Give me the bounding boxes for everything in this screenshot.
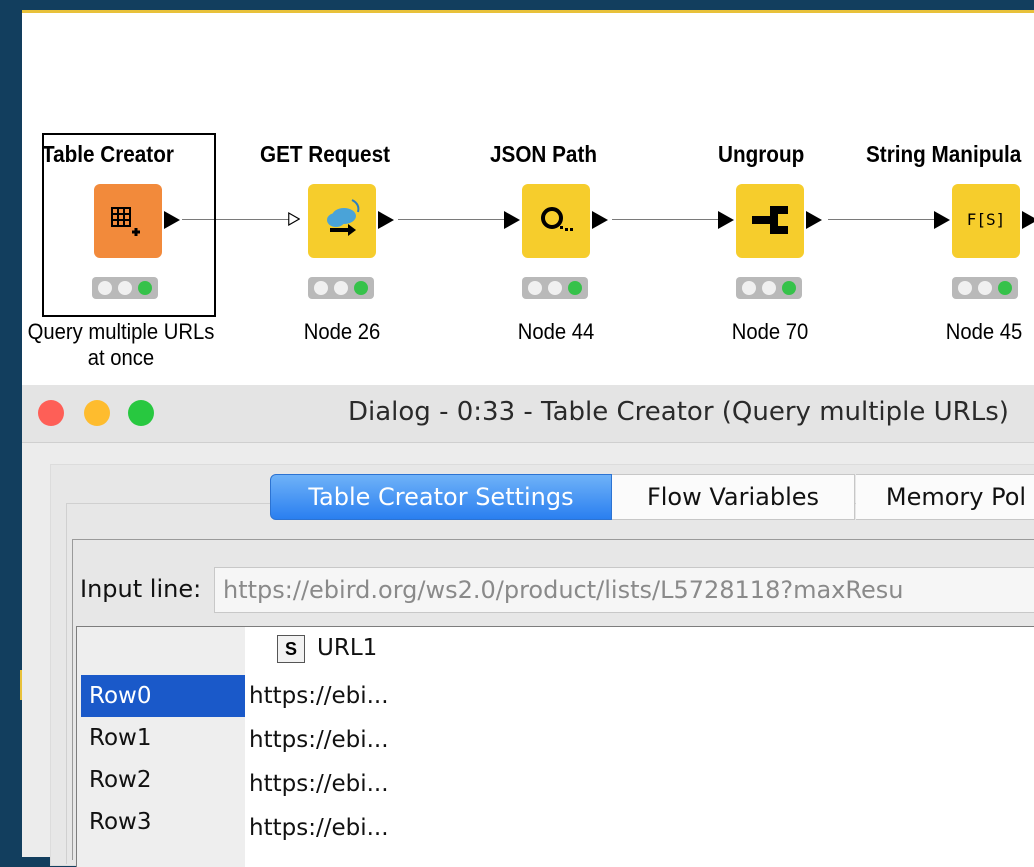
output-port-5[interactable] — [1022, 211, 1034, 229]
connection-3-4 — [612, 219, 720, 220]
row-header[interactable]: Row3 — [81, 801, 245, 843]
input-line-label: Input line: — [80, 575, 202, 603]
column-name: URL1 — [317, 635, 378, 661]
input-line-value: https://ebird.org/ws2.0/product/lists/L5… — [223, 576, 904, 604]
row-header[interactable]: Row0 — [81, 675, 245, 717]
node-table-creator[interactable] — [94, 184, 162, 258]
node-get-request[interactable] — [308, 184, 376, 258]
input-port-5[interactable] — [934, 211, 950, 229]
table-plus-icon — [111, 207, 140, 236]
dialog-titlebar[interactable]: Dialog - 0:33 - Table Creator (Query mul… — [22, 385, 1034, 443]
input-port-2[interactable] — [288, 211, 300, 227]
tab-memory-policy[interactable]: Memory Pol — [856, 474, 1034, 520]
status-lights-2 — [308, 277, 374, 299]
node-title-get-request: GET Request — [260, 141, 390, 167]
node-string-manipulation[interactable]: F[S] — [952, 184, 1020, 258]
node-title-json-path: JSON Path — [490, 141, 597, 167]
table-cell[interactable]: https://ebi... — [249, 719, 389, 761]
node-title-string-manipulation: String Manipula — [866, 141, 1022, 167]
node-label-5: Node 45 — [945, 319, 1023, 344]
status-lights-1 — [92, 277, 158, 299]
status-lights-4 — [736, 277, 802, 299]
json-path-icon — [541, 207, 573, 231]
status-lights-3 — [522, 277, 588, 299]
table-cell[interactable]: https://ebi... — [249, 763, 389, 805]
node-label-2: Node 26 — [303, 319, 381, 344]
node-json-path[interactable] — [522, 184, 590, 258]
connection-4-5 — [828, 219, 936, 220]
ungroup-icon — [752, 206, 788, 234]
workflow-canvas[interactable]: Table Creator Query multiple URLs at onc… — [22, 13, 1034, 385]
output-port-3[interactable] — [592, 211, 608, 229]
node-label-1: Query multiple URLs — [27, 319, 215, 344]
input-port-3[interactable] — [504, 211, 520, 229]
string-type-icon: S — [277, 635, 305, 663]
tab-flow-variables[interactable]: Flow Variables — [612, 474, 855, 520]
status-lights-5 — [952, 277, 1018, 299]
row-header[interactable]: Row2 — [81, 759, 245, 801]
table-creator-dialog: Dialog - 0:33 - Table Creator (Query mul… — [22, 385, 1034, 867]
close-button[interactable] — [38, 400, 64, 426]
row-header[interactable]: Row1 — [81, 717, 245, 759]
output-port-1[interactable] — [164, 211, 180, 229]
input-port-4[interactable] — [718, 211, 734, 229]
connection-2-3 — [398, 219, 506, 220]
node-label-1b: at once — [87, 345, 155, 370]
output-port-2[interactable] — [378, 211, 394, 229]
output-port-4[interactable] — [806, 211, 822, 229]
node-title-table-creator: Table Creator — [42, 141, 174, 167]
cloud-arrow-icon — [327, 199, 360, 236]
string-manipulation-icon: F[S] — [966, 210, 1006, 229]
node-ungroup[interactable] — [736, 184, 804, 258]
table-spreadsheet[interactable]: S URL1 Row0 https://ebi... Row1 https://… — [76, 626, 1034, 867]
node-label-3: Node 44 — [517, 319, 595, 344]
tab-table-creator-settings[interactable]: Table Creator Settings — [270, 474, 612, 520]
input-line-field[interactable]: https://ebird.org/ws2.0/product/lists/L5… — [214, 567, 1034, 613]
zoom-button[interactable] — [128, 400, 154, 426]
minimize-button[interactable] — [84, 400, 110, 426]
node-title-ungroup: Ungroup — [718, 141, 805, 167]
table-cell[interactable]: https://ebi... — [249, 807, 389, 849]
dialog-title: Dialog - 0:33 - Table Creator (Query mul… — [348, 397, 1009, 427]
table-cell[interactable]: https://ebi... — [249, 675, 389, 717]
node-label-4: Node 70 — [731, 319, 809, 344]
